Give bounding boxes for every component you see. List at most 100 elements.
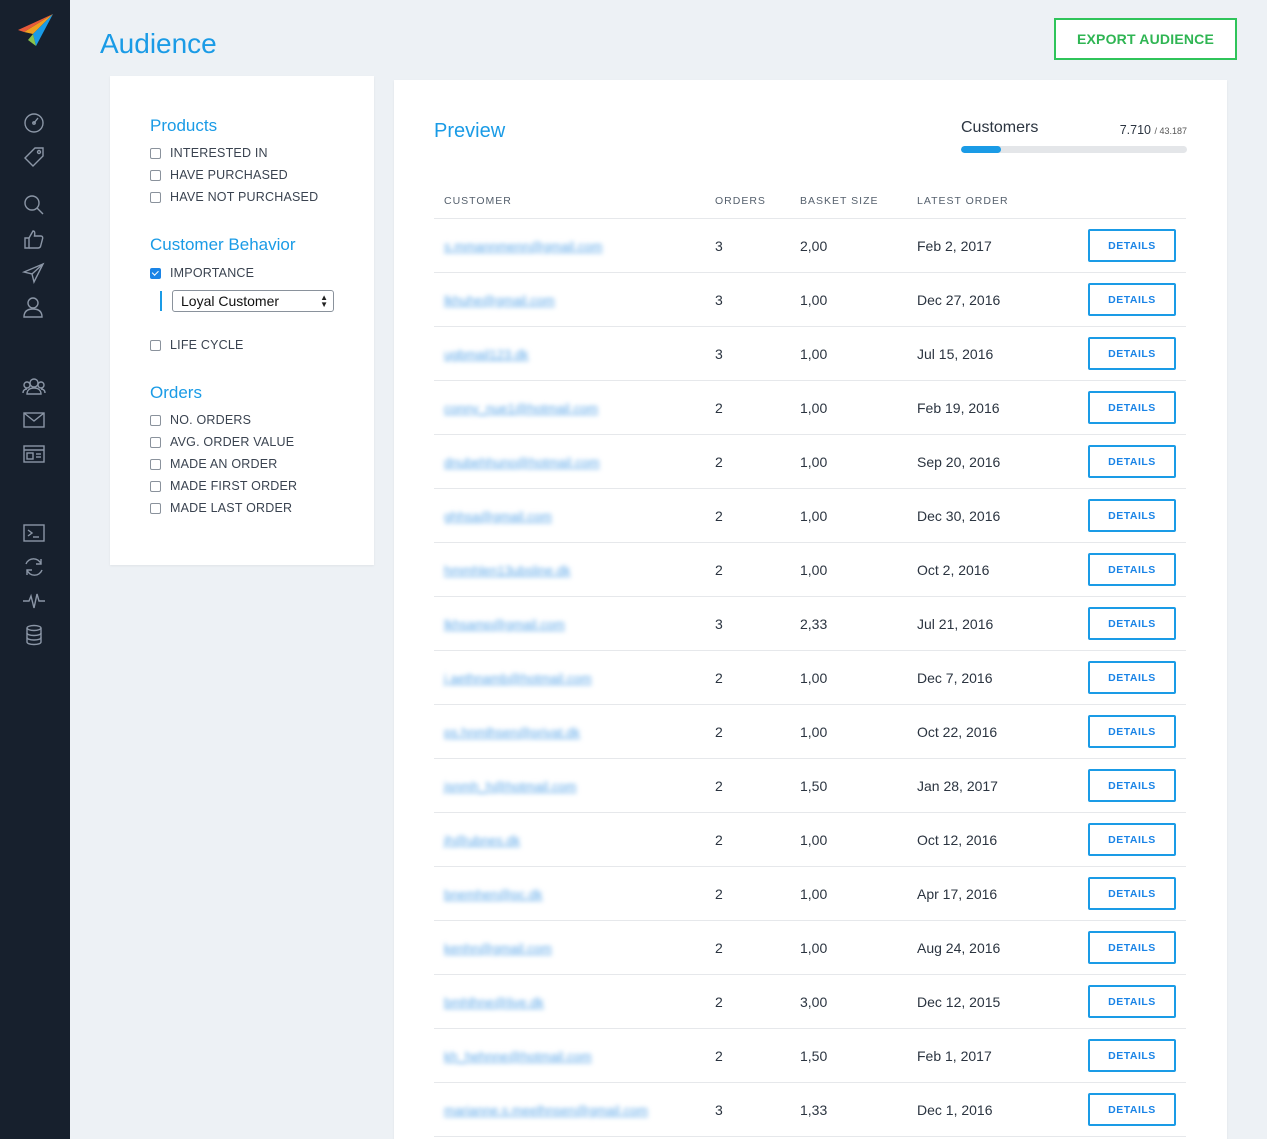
details-button[interactable]: DETAILS — [1088, 877, 1176, 910]
checkbox[interactable] — [150, 436, 161, 448]
dashboard-icon[interactable] — [21, 112, 47, 134]
column-header-customer[interactable]: CUSTOMER — [444, 195, 512, 207]
details-button[interactable]: DETAILS — [1088, 229, 1176, 262]
column-header-latest-order[interactable]: LATEST ORDER — [917, 195, 1009, 207]
orders-cell: 3 — [715, 616, 723, 632]
orders-cell: 3 — [715, 346, 723, 362]
activity-icon[interactable] — [21, 590, 47, 612]
filter-made-first-order[interactable]: MADE FIRST ORDER — [150, 478, 297, 494]
refresh-icon[interactable] — [21, 556, 47, 578]
preview-title: Preview — [434, 120, 506, 142]
filter-avg-order-value[interactable]: AVG. ORDER VALUE — [150, 434, 294, 450]
column-header-orders[interactable]: ORDERS — [715, 195, 766, 207]
export-audience-button[interactable]: EXPORT AUDIENCE — [1054, 18, 1237, 60]
customer-email-link[interactable]: ghhsa@gmail.com — [444, 509, 552, 524]
filter-importance[interactable]: IMPORTANCE — [150, 265, 254, 281]
tag-icon[interactable] — [21, 146, 47, 168]
customer-email-link[interactable]: jh@ubnes.dk — [444, 833, 520, 848]
column-header-basket-size[interactable]: BASKET SIZE — [800, 195, 879, 207]
filter-no-orders[interactable]: NO. ORDERS — [150, 412, 251, 428]
orders-cell: 2 — [715, 994, 723, 1010]
importance-select[interactable]: Loyal Customer ▲ ▼ — [172, 290, 334, 312]
customer-email-link[interactable]: hmmhlen13ubsline.dk — [444, 563, 570, 578]
details-button[interactable]: DETAILS — [1088, 715, 1176, 748]
customer-email-link[interactable]: jsnmh_h@hotmail.com — [444, 779, 576, 794]
latest-order-cell: Dec 30, 2016 — [917, 508, 1001, 524]
basket-size-cell: 2,00 — [800, 238, 828, 254]
filter-have-purchased[interactable]: HAVE PURCHASED — [150, 167, 288, 183]
basket-size-cell: 1,00 — [800, 400, 828, 416]
products-section-title: Products — [150, 116, 218, 135]
latest-order-cell: Feb 1, 2017 — [917, 1048, 992, 1064]
filter-panel: Products INTERESTED IN HAVE PURCHASED HA… — [110, 76, 374, 565]
checkbox[interactable] — [150, 147, 161, 159]
latest-order-cell: Feb 2, 2017 — [917, 238, 992, 254]
customers-progress-bar — [961, 146, 1187, 153]
latest-order-cell: Jul 15, 2016 — [917, 346, 994, 362]
customer-email-link[interactable]: marianne.s.meelhnsen@gmail.com — [444, 1103, 648, 1118]
customer-email-link[interactable]: conny_nue1@hotmail.com — [444, 401, 598, 416]
details-button[interactable]: DETAILS — [1088, 499, 1176, 532]
details-button[interactable]: DETAILS — [1088, 607, 1176, 640]
details-button[interactable]: DETAILS — [1088, 661, 1176, 694]
details-button[interactable]: DETAILS — [1088, 1093, 1176, 1126]
customer-email-link[interactable]: ps.hnmlhsen@privat.dk — [444, 725, 580, 740]
customer-email-link[interactable]: s.mmannmenn@gmail.com — [444, 239, 602, 254]
details-button[interactable]: DETAILS — [1088, 337, 1176, 370]
customer-email-link[interactable]: lkhsamp@gmail.com — [444, 617, 565, 632]
filter-made-an-order[interactable]: MADE AN ORDER — [150, 456, 277, 472]
filter-made-last-order[interactable]: MADE LAST ORDER — [150, 500, 292, 516]
customers-label: Customers — [961, 119, 1039, 136]
customer-email-link[interactable]: kenhn@gmail.com — [444, 941, 552, 956]
mail-icon[interactable] — [21, 409, 47, 431]
users-icon[interactable] — [21, 375, 47, 397]
customer-email-link[interactable]: dnubehhuno@hotmail.com — [444, 455, 600, 470]
customer-email-link[interactable]: lkhuhe@gmail.com — [444, 293, 555, 308]
latest-order-cell: Apr 17, 2016 — [917, 886, 998, 902]
search-icon[interactable] — [21, 194, 47, 216]
send-icon[interactable] — [21, 262, 47, 284]
orders-cell: 3 — [715, 292, 723, 308]
basket-size-cell: 1,50 — [800, 778, 828, 794]
orders-cell: 2 — [715, 940, 723, 956]
database-icon[interactable] — [21, 624, 47, 646]
latest-order-cell: Oct 22, 2016 — [917, 724, 998, 740]
customer-email-link[interactable]: kh_hehnne@hotmail.com — [444, 1049, 592, 1064]
customer-email-link[interactable]: bmhlhne@live.dk — [444, 995, 544, 1010]
checkbox[interactable] — [150, 339, 161, 351]
customer-email-link[interactable]: j.aethnamb@hotmail.com — [444, 671, 592, 686]
checkbox[interactable] — [150, 191, 161, 203]
details-button[interactable]: DETAILS — [1088, 445, 1176, 478]
details-button[interactable]: DETAILS — [1088, 1039, 1176, 1072]
details-button[interactable]: DETAILS — [1088, 391, 1176, 424]
checkbox[interactable] — [150, 414, 161, 426]
basket-size-cell: 1,00 — [800, 886, 828, 902]
user-icon[interactable] — [21, 296, 47, 318]
checkbox[interactable] — [150, 458, 161, 470]
customers-count: 7.710 / 43.187 — [1119, 123, 1187, 137]
details-button[interactable]: DETAILS — [1088, 769, 1176, 802]
customer-email-link[interactable]: ugbmail123.dk — [444, 347, 529, 362]
table-row: kenhn@gmail.com 2 1,00 Aug 24, 2016 DETAILS — [434, 921, 1186, 975]
checkbox[interactable] — [150, 480, 161, 492]
browser-window-icon[interactable] — [21, 443, 47, 465]
details-button[interactable]: DETAILS — [1088, 553, 1176, 586]
thumbs-up-icon[interactable] — [21, 228, 47, 250]
details-button[interactable]: DETAILS — [1088, 283, 1176, 316]
checkbox[interactable] — [150, 502, 161, 514]
details-button[interactable]: DETAILS — [1088, 985, 1176, 1018]
filter-interested-in[interactable]: INTERESTED IN — [150, 145, 268, 161]
terminal-icon[interactable] — [21, 522, 47, 544]
logo-icon[interactable] — [16, 12, 54, 50]
details-button[interactable]: DETAILS — [1088, 931, 1176, 964]
checkbox[interactable] — [150, 169, 161, 181]
table-row: lkhuhe@gmail.com 3 1,00 Dec 27, 2016 DETAILS — [434, 273, 1186, 327]
table-row: ps.hnmlhsen@privat.dk 2 1,00 Oct 22, 2016 DE… — [434, 705, 1186, 759]
filter-life-cycle[interactable]: LIFE CYCLE — [150, 337, 244, 353]
checkbox-checked[interactable] — [150, 267, 161, 279]
filter-have-not-purchased[interactable]: HAVE NOT PURCHASED — [150, 189, 318, 205]
orders-cell: 2 — [715, 832, 723, 848]
customer-email-link[interactable]: bnemhen@pc.dk — [444, 887, 542, 902]
details-button[interactable]: DETAILS — [1088, 823, 1176, 856]
table-row: j.aethnamb@hotmail.com 2 1,00 Dec 7, 2016 DE… — [434, 651, 1186, 705]
